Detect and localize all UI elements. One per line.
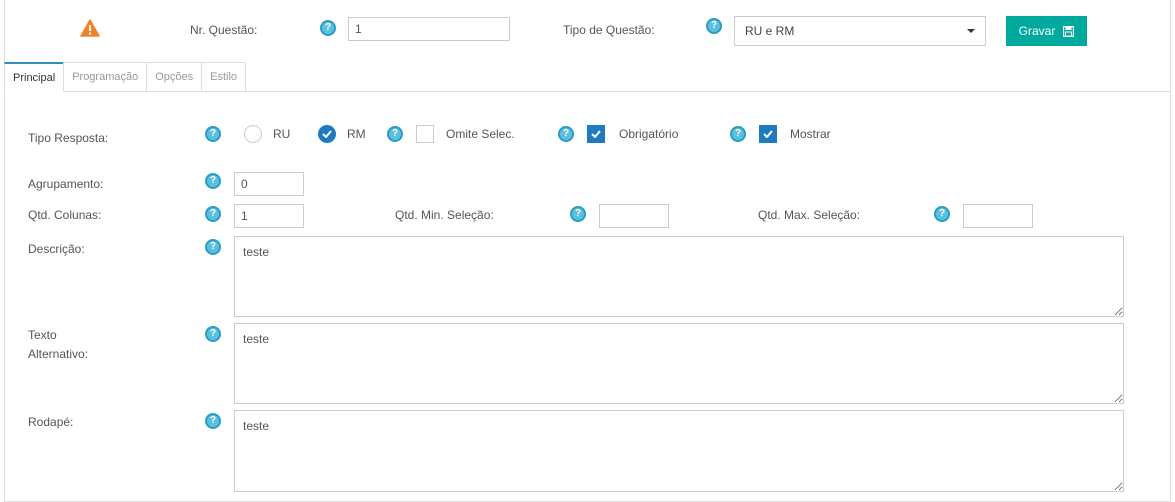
check-icon	[322, 130, 332, 138]
save-button[interactable]: Gravar	[1006, 16, 1087, 46]
nr-questao-label: Nr. Questão:	[190, 23, 258, 37]
ru-label: RU	[273, 127, 291, 141]
warning-icon	[80, 19, 100, 37]
mostrar-label: Mostrar	[790, 127, 831, 141]
tab-opcoes[interactable]: Opções	[146, 62, 203, 92]
help-icon[interactable]: ?	[934, 206, 950, 222]
qtd-max-label: Qtd. Max. Seleção:	[758, 208, 861, 222]
help-icon[interactable]: ?	[205, 326, 221, 342]
save-button-label: Gravar	[1018, 24, 1056, 38]
chevron-down-icon	[967, 29, 975, 33]
help-icon[interactable]: ?	[205, 173, 221, 189]
agrupamento-label: Agrupamento:	[28, 177, 104, 191]
texto-alternativo-label-line2: Alternativo:	[28, 347, 89, 361]
tipo-questao-select[interactable]: RU e RM	[734, 16, 986, 46]
tab-estilo[interactable]: Estilo	[201, 62, 247, 92]
texto-alternativo-textarea[interactable]: teste	[234, 323, 1124, 404]
help-icon[interactable]: ?	[205, 126, 221, 142]
mostrar-checkbox[interactable]	[759, 125, 777, 143]
ru-radio[interactable]	[244, 125, 262, 143]
check-icon	[591, 130, 601, 138]
check-icon	[763, 130, 773, 138]
obrigatorio-label: Obrigatório	[619, 127, 679, 141]
help-icon[interactable]: ?	[320, 20, 336, 36]
descricao-textarea[interactable]: teste	[234, 236, 1124, 317]
tab-programacao[interactable]: Programação	[63, 62, 148, 92]
tab-principal[interactable]: Principal	[4, 62, 65, 92]
help-icon[interactable]: ?	[205, 206, 221, 222]
tipo-questao-label: Tipo de Questão:	[563, 23, 655, 37]
help-icon[interactable]: ?	[205, 413, 221, 429]
omite-checkbox[interactable]	[416, 125, 434, 143]
floppy-icon	[1063, 25, 1075, 37]
rodape-textarea[interactable]: teste	[234, 410, 1124, 492]
help-icon[interactable]: ?	[387, 126, 403, 142]
help-icon[interactable]: ?	[205, 239, 221, 255]
agrupamento-input[interactable]	[234, 172, 304, 196]
help-icon[interactable]: ?	[570, 206, 586, 222]
tipo-questao-value: RU e RM	[745, 24, 795, 38]
qtd-min-label: Qtd. Min. Seleção:	[395, 208, 494, 222]
qtd-min-input[interactable]	[599, 204, 669, 228]
qtd-max-input[interactable]	[963, 204, 1033, 228]
nr-questao-input[interactable]	[348, 17, 510, 41]
rodape-label: Rodapé:	[28, 415, 74, 429]
obrigatorio-checkbox[interactable]	[587, 125, 605, 143]
tipo-resposta-label: Tipo Resposta:	[28, 131, 109, 145]
help-icon[interactable]: ?	[706, 18, 722, 34]
omite-label: Omite Selec.	[446, 127, 515, 141]
texto-alternativo-label-line1: Texto	[28, 328, 57, 342]
qtd-colunas-input[interactable]	[234, 204, 304, 228]
tab-bar: Principal Programação Opções Estilo	[4, 62, 247, 92]
rm-label: RM	[347, 127, 366, 141]
help-icon[interactable]: ?	[558, 126, 574, 142]
rm-radio[interactable]	[318, 125, 336, 143]
help-icon[interactable]: ?	[730, 126, 746, 142]
descricao-label: Descrição:	[28, 242, 85, 256]
qtd-colunas-label: Qtd. Colunas:	[28, 208, 102, 222]
